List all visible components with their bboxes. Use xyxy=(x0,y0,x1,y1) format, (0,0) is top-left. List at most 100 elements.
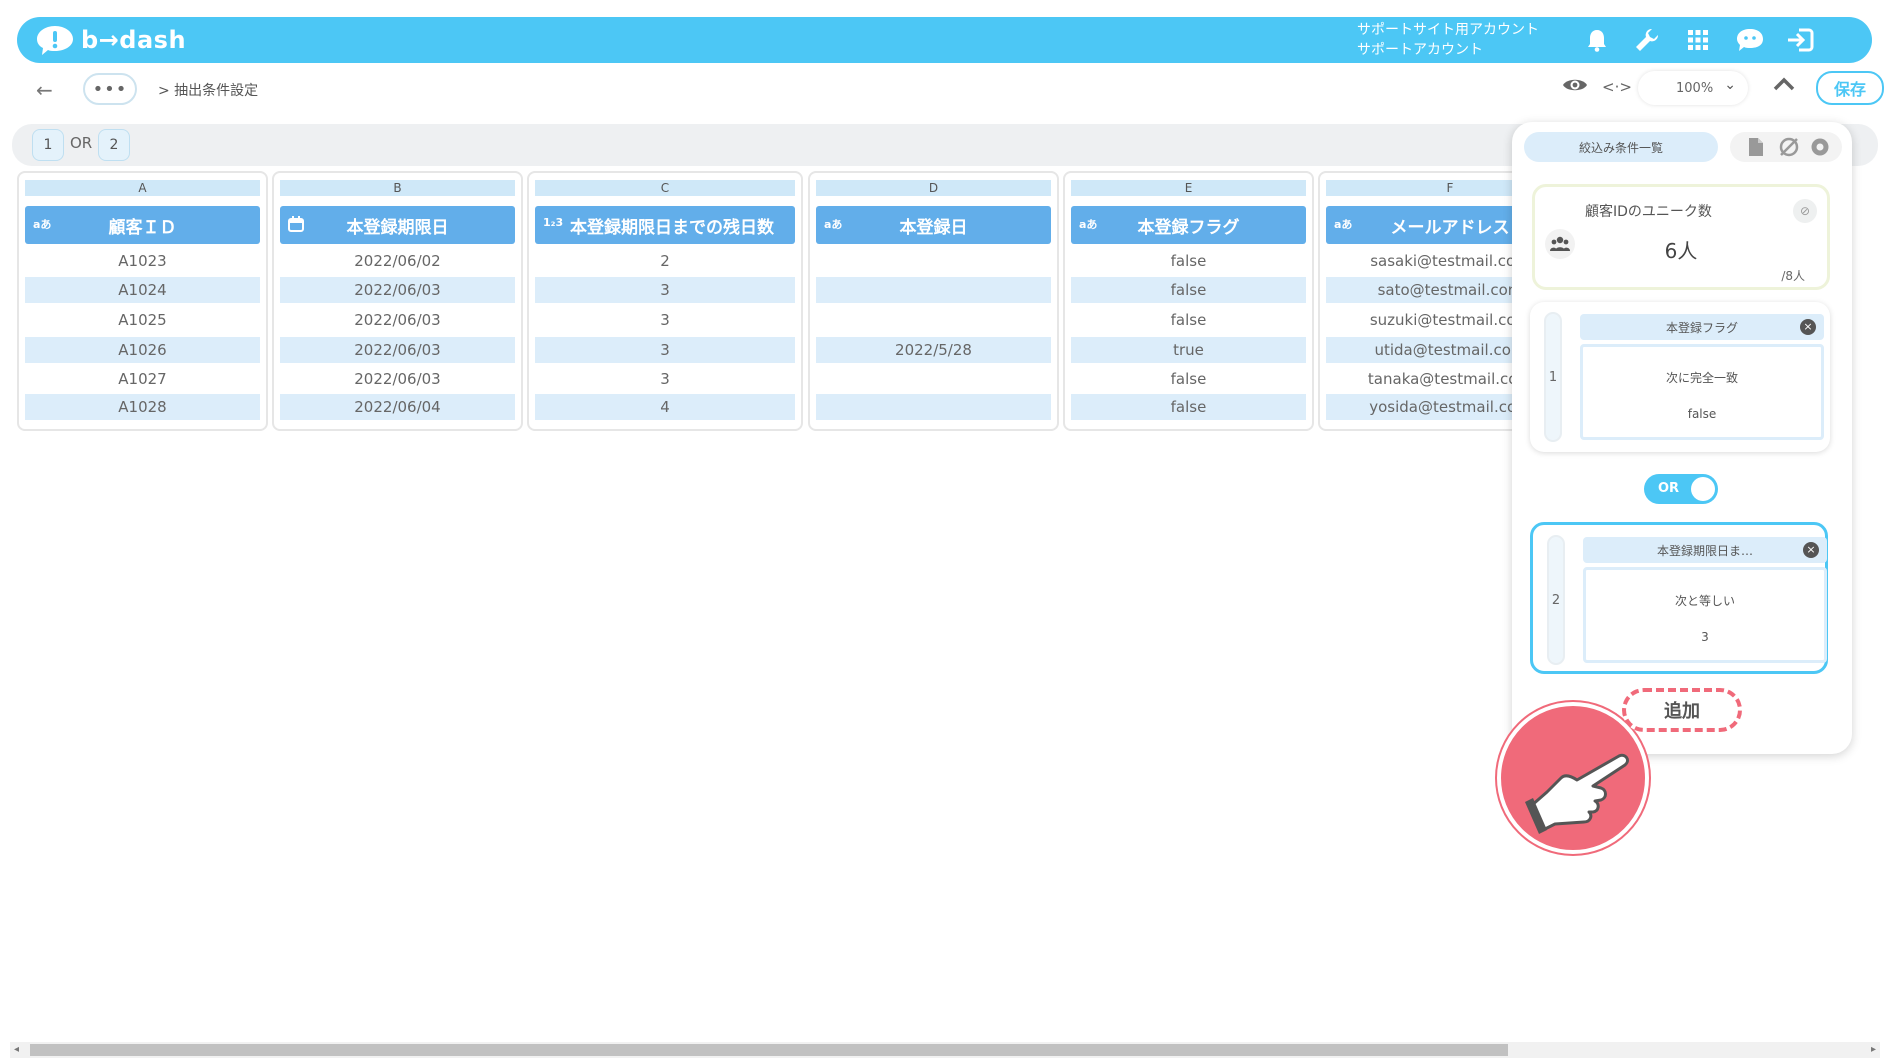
table-cell: false xyxy=(1170,252,1207,270)
back-arrow-icon[interactable]: ← xyxy=(36,78,53,102)
number-type-icon: 1₂3 xyxy=(543,216,564,229)
table-cell: 3 xyxy=(660,311,670,329)
table-column-e: E aあ 本登録フラグ false false false true false… xyxy=(1063,171,1314,431)
condition-field: 本登録フラグ × xyxy=(1580,314,1824,340)
table-cell: A1024 xyxy=(25,277,260,303)
more-breadcrumb-button[interactable]: ••• xyxy=(83,73,137,105)
zoom-value: 100% xyxy=(1676,80,1714,96)
table-cell: A1025 xyxy=(118,311,167,329)
table-cell: 3 xyxy=(660,370,670,388)
account-line-1: サポートサイト用アカウント xyxy=(1357,22,1539,38)
condition-index: 2 xyxy=(1547,535,1565,665)
table-cell xyxy=(816,394,1051,420)
column-letter: C xyxy=(535,180,795,196)
condition-body[interactable]: 次と等しい 3 xyxy=(1583,567,1827,663)
scroll-thumb[interactable] xyxy=(30,1044,1508,1056)
table-cell xyxy=(816,277,1051,303)
table-cell xyxy=(816,307,1051,333)
condition-field-label: 本登録期限日ま… xyxy=(1656,543,1753,558)
condition-card-1[interactable]: 1 本登録フラグ × 次に完全一致 false xyxy=(1530,302,1830,452)
wrench-icon[interactable] xyxy=(1632,25,1662,55)
settings-icon[interactable] xyxy=(1810,137,1830,161)
column-name: 本登録期限日 xyxy=(346,217,449,238)
hide-chart-icon[interactable] xyxy=(1778,137,1800,161)
condition-operator: 次に完全一致 xyxy=(1665,371,1738,385)
column-name: 本登録期限日までの残日数 xyxy=(570,217,774,238)
bell-icon[interactable] xyxy=(1582,25,1612,55)
grid-icon[interactable] xyxy=(1683,25,1713,55)
table-cell xyxy=(816,366,1051,392)
text-type-icon: aあ xyxy=(1334,218,1353,231)
table-cell: 2022/06/03 xyxy=(354,311,441,329)
table-cell: A1023 xyxy=(118,252,167,270)
table-cell: 3 xyxy=(535,277,795,303)
hide-stat-icon[interactable]: ⊘ xyxy=(1793,199,1817,223)
text-type-icon: aあ xyxy=(824,218,843,231)
bdash-logo[interactable]: b→dash xyxy=(35,23,186,57)
chevron-down-icon: ⌄ xyxy=(1724,77,1736,93)
column-header[interactable]: 1₂3 本登録期限日までの残日数 xyxy=(535,206,795,244)
column-name: 顧客ＩＤ xyxy=(108,217,177,238)
scroll-left-icon[interactable]: ◂ xyxy=(14,1042,19,1058)
column-header[interactable]: aあ 顧客ＩＤ xyxy=(25,206,260,244)
column-name: 本登録日 xyxy=(899,217,968,238)
table-cell: false xyxy=(1071,394,1306,420)
close-icon[interactable]: × xyxy=(1803,542,1819,558)
table-cell: false xyxy=(1071,277,1306,303)
filter-chip-1[interactable]: 1 xyxy=(32,129,64,161)
condition-field-label: 本登録フラグ xyxy=(1665,320,1738,335)
pointing-hand-icon xyxy=(1497,702,1649,854)
column-header[interactable]: aあ 本登録日 xyxy=(816,206,1051,244)
table-cell: A1027 xyxy=(118,370,167,388)
column-letter: E xyxy=(1071,180,1306,196)
table-cell xyxy=(816,248,1051,274)
table-cell: 2022/06/02 xyxy=(354,252,441,270)
table-cell: 3 xyxy=(535,337,795,363)
toolbar: ← ••• > 抽出条件設定 <·> 100% ⌄ 保存 xyxy=(10,66,1884,112)
table-cell: A1026 xyxy=(25,337,260,363)
column-letter: A xyxy=(25,180,260,196)
column-letter: B xyxy=(280,180,515,196)
filter-conditions-panel: 絞込み条件一覧 顧客IDのユニーク数 ⊘ 6人 /8人 1 本登録フラグ × 次… xyxy=(1512,122,1852,754)
scroll-right-icon[interactable]: ▸ xyxy=(1871,1042,1876,1058)
condition-card-2[interactable]: 2 本登録期限日ま… × 次と等しい 3 xyxy=(1530,522,1828,674)
chat-icon[interactable] xyxy=(1735,25,1765,55)
calendar-icon xyxy=(288,216,304,235)
table-cell: 2022/06/04 xyxy=(280,394,515,420)
save-button[interactable]: 保存 xyxy=(1816,71,1884,105)
condition-operator: 次と等しい xyxy=(1674,594,1735,608)
toggle-knob xyxy=(1691,477,1715,501)
logo-bubble-icon xyxy=(37,26,73,55)
column-name: メールアドレス xyxy=(1390,217,1510,238)
table-cell: 2022/06/03 xyxy=(354,370,441,388)
condition-value: 3 xyxy=(1701,630,1709,644)
tab-filter-list[interactable]: 絞込み条件一覧 xyxy=(1524,132,1718,162)
account-info[interactable]: サポートサイト用アカウント サポートアカウント xyxy=(1357,20,1539,60)
table-cell: 4 xyxy=(535,394,795,420)
horizontal-scrollbar[interactable]: ◂ ▸ xyxy=(10,1042,1880,1058)
chevron-up-icon[interactable] xyxy=(1773,76,1795,95)
add-condition-button[interactable]: 追加 xyxy=(1622,688,1742,732)
condition-body[interactable]: 次に完全一致 false xyxy=(1580,344,1824,440)
column-header[interactable]: 本登録期限日 xyxy=(280,206,515,244)
table-column-c: C 1₂3 本登録期限日までの残日数 2 3 3 3 3 4 xyxy=(527,171,803,431)
logic-toggle[interactable]: OR xyxy=(1644,474,1718,504)
document-icon[interactable] xyxy=(1748,137,1764,161)
condition-field: 本登録期限日ま… × xyxy=(1583,537,1827,563)
table-cell: false xyxy=(1170,370,1207,388)
eye-icon[interactable] xyxy=(1562,76,1588,98)
table-cell: false xyxy=(1170,311,1207,329)
filter-chip-2[interactable]: 2 xyxy=(98,129,130,161)
panel-tools xyxy=(1730,132,1842,162)
column-header[interactable]: aあ 本登録フラグ xyxy=(1071,206,1306,244)
stat-value: 6人 xyxy=(1664,239,1698,263)
table-cell: 2022/5/28 xyxy=(816,337,1051,363)
account-line-2: サポートアカウント xyxy=(1357,42,1483,58)
zoom-select[interactable]: 100% ⌄ xyxy=(1638,71,1748,105)
table-column-d: D aあ 本登録日 2022/5/28 xyxy=(808,171,1059,431)
table-cell: A1028 xyxy=(25,394,260,420)
logout-icon[interactable] xyxy=(1785,25,1815,55)
table-cell: 2 xyxy=(660,252,670,270)
code-view-icon[interactable]: <·> xyxy=(1602,78,1632,96)
close-icon[interactable]: × xyxy=(1800,319,1816,335)
